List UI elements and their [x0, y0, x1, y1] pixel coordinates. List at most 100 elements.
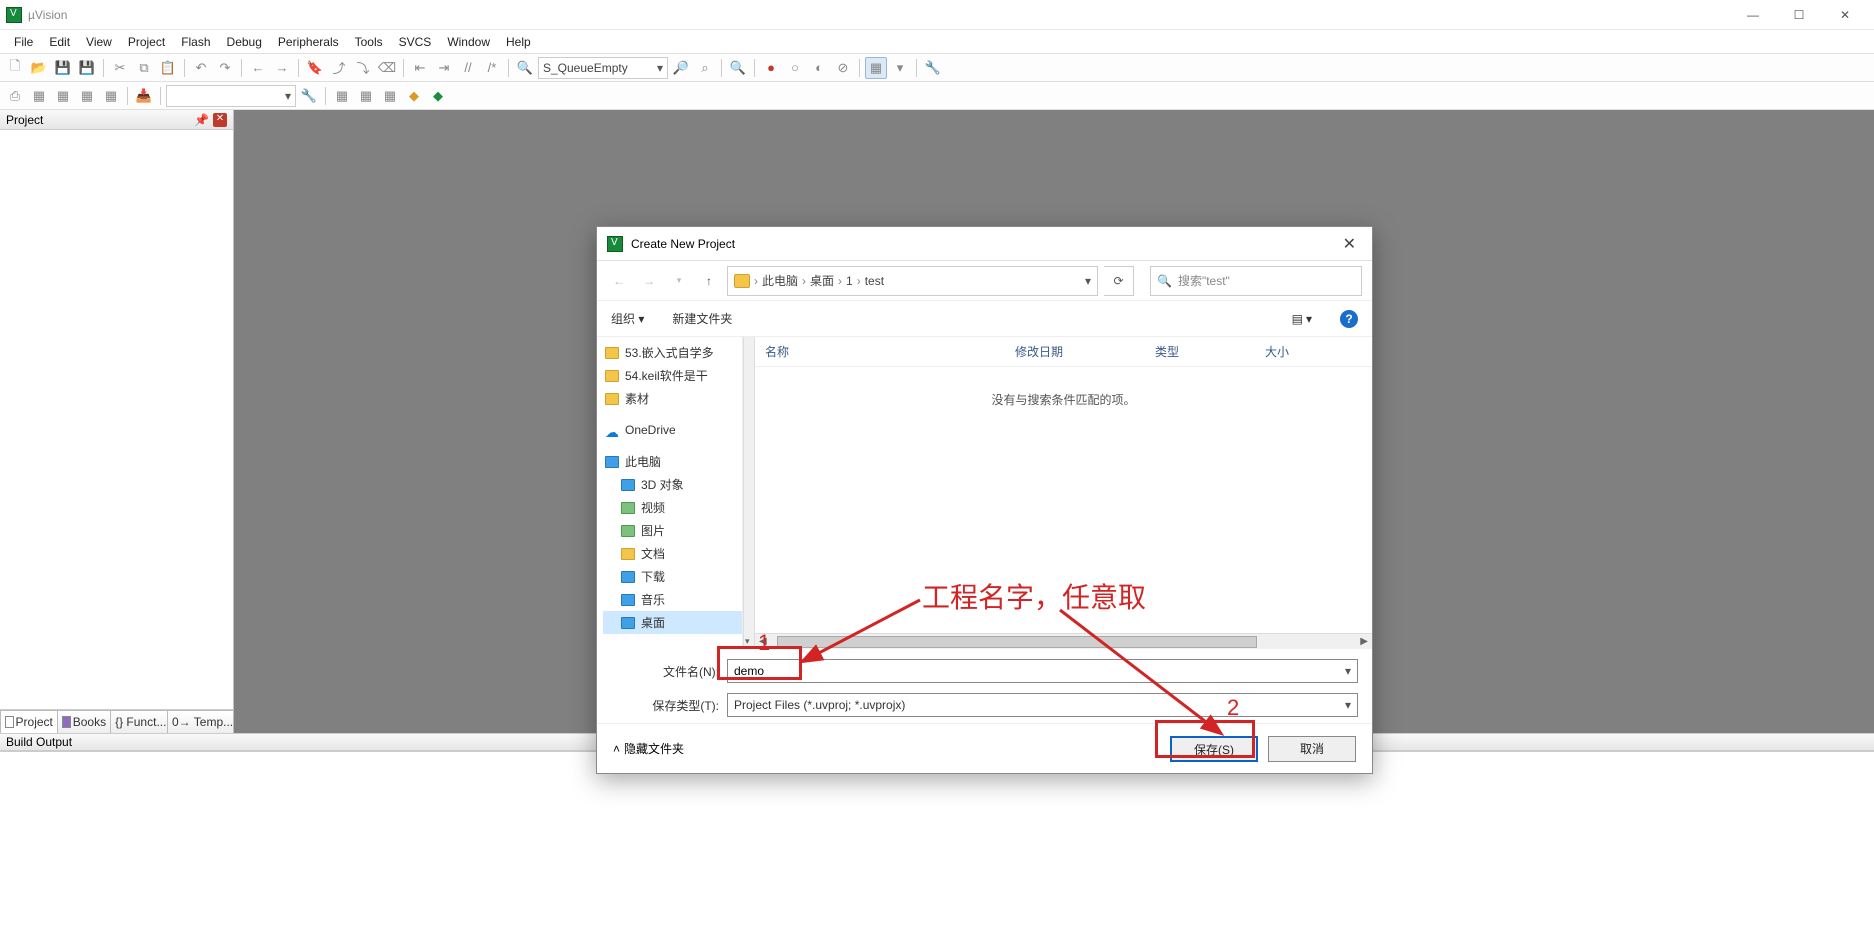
scroll-thumb[interactable] [777, 636, 1257, 648]
new-file-icon[interactable]: 🗋 [4, 57, 26, 79]
cut-icon[interactable]: ✂ [109, 57, 131, 79]
nav-fwd-icon[interactable]: → [271, 57, 293, 79]
tree-item[interactable]: 音乐 [603, 588, 742, 611]
bp-disable-icon[interactable]: ◐ [808, 57, 830, 79]
bookmark-next-icon[interactable]: ⤵ [352, 57, 374, 79]
manage-packs-icon[interactable]: ◆ [403, 85, 425, 107]
paste-icon[interactable]: 📋 [157, 57, 179, 79]
uncomment-icon[interactable]: /* [481, 57, 503, 79]
dialog-close-icon[interactable]: ✕ [1337, 234, 1362, 254]
nav-forward-button[interactable]: → [637, 269, 661, 293]
manage-rtos-icon[interactable]: ▦ [355, 85, 377, 107]
organize-button[interactable]: 组织 ▾ [611, 310, 644, 327]
pane-close-icon[interactable]: ✕ [213, 113, 227, 127]
col-name[interactable]: 名称 [765, 343, 1015, 360]
project-tree[interactable] [0, 130, 233, 709]
hide-folders-toggle[interactable]: ˄ 隐藏文件夹 [613, 740, 684, 757]
tree-item[interactable]: 视频 [603, 496, 742, 519]
window-dropdown-icon[interactable]: ▾ [889, 57, 911, 79]
undo-icon[interactable]: ↶ [190, 57, 212, 79]
tree-item[interactable]: 54.keil软件是干 [603, 364, 742, 387]
indent-icon[interactable]: ⇤ [409, 57, 431, 79]
tree-item[interactable]: 桌面 [603, 611, 742, 634]
address-dropdown-icon[interactable]: ▾ [1085, 274, 1091, 288]
incremental-find-icon[interactable]: ⌕ [694, 57, 716, 79]
refresh-button[interactable]: ⟳ [1104, 266, 1134, 296]
download-icon[interactable]: 📥 [133, 85, 155, 107]
save-button[interactable]: 保存(S) [1170, 736, 1258, 762]
tab-project[interactable]: Project [0, 710, 58, 733]
tab-books[interactable]: Books [57, 710, 111, 733]
translate-icon[interactable]: ⎙ [4, 85, 26, 107]
window-layout-icon[interactable]: ▦ [865, 57, 887, 79]
rebuild-icon[interactable]: ▦ [52, 85, 74, 107]
nav-up-button[interactable]: ↑ [697, 269, 721, 293]
pack-installer-icon[interactable]: ◆ [427, 85, 449, 107]
tab-templates[interactable]: 0→ Temp... [167, 710, 234, 733]
cancel-button[interactable]: 取消 [1268, 736, 1356, 762]
nav-back-button[interactable]: ← [607, 269, 631, 293]
crumb-1[interactable]: 1 [846, 274, 853, 288]
tab-functions[interactable]: {} Funct... [110, 710, 168, 733]
bp-insert-icon[interactable]: ● [760, 57, 782, 79]
manage-books-icon[interactable]: ▦ [379, 85, 401, 107]
save-icon[interactable]: 💾 [52, 57, 74, 79]
save-all-icon[interactable]: 💾 [76, 57, 98, 79]
horizontal-scrollbar[interactable]: ◀ ▶ [755, 633, 1372, 649]
copy-icon[interactable]: ⧉ [133, 57, 155, 79]
addressbar[interactable]: › 此电脑 › 桌面 › 1 › test ▾ [727, 266, 1098, 296]
tree-item[interactable]: 图片 [603, 519, 742, 542]
tree-item[interactable]: 3D 对象 [603, 473, 742, 496]
menu-window[interactable]: Window [439, 33, 498, 51]
open-file-icon[interactable]: 📂 [28, 57, 50, 79]
manage-icon[interactable]: ▦ [331, 85, 353, 107]
nav-back-icon[interactable]: ← [247, 57, 269, 79]
help-icon[interactable]: ? [1340, 310, 1358, 328]
find-in-files-icon[interactable]: 🔎 [670, 57, 692, 79]
batch-build-icon[interactable]: ▦ [76, 85, 98, 107]
col-type[interactable]: 类型 [1155, 343, 1265, 360]
outdent-icon[interactable]: ⇥ [433, 57, 455, 79]
target-combo[interactable]: ▾ [166, 85, 296, 107]
tree-item[interactable]: 文档 [603, 542, 742, 565]
configure-icon[interactable]: 🔧 [922, 57, 944, 79]
chevron-down-icon[interactable]: ▾ [1345, 664, 1351, 678]
menu-edit[interactable]: Edit [41, 33, 78, 51]
bp-kill-icon[interactable]: ⊘ [832, 57, 854, 79]
redo-icon[interactable]: ↷ [214, 57, 236, 79]
menu-flash[interactable]: Flash [173, 33, 218, 51]
tree-item[interactable]: ☁OneDrive [603, 420, 742, 440]
search-input[interactable]: 🔍 搜索"test" [1150, 266, 1362, 296]
debug-start-icon[interactable]: 🔍 [727, 57, 749, 79]
options-icon[interactable]: 🔧 [298, 85, 320, 107]
crumb-test[interactable]: test [865, 274, 884, 288]
menu-svcs[interactable]: SVCS [391, 33, 440, 51]
crumb-pc[interactable]: 此电脑 [762, 272, 798, 289]
menu-file[interactable]: File [6, 33, 41, 51]
col-size[interactable]: 大小 [1265, 343, 1315, 360]
filename-input[interactable]: ▾ [727, 659, 1358, 683]
menu-tools[interactable]: Tools [347, 33, 391, 51]
bookmark-clear-icon[interactable]: ⌫ [376, 57, 398, 79]
build-icon[interactable]: ▦ [28, 85, 50, 107]
bp-enable-icon[interactable]: ○ [784, 57, 806, 79]
menu-project[interactable]: Project [120, 33, 173, 51]
filename-textbox[interactable] [734, 664, 1345, 678]
tree-item[interactable]: 素材 [603, 387, 742, 410]
bookmark-icon[interactable]: 🔖 [304, 57, 326, 79]
minimize-button[interactable]: — [1730, 0, 1776, 30]
scroll-right-icon[interactable]: ▶ [1360, 636, 1368, 647]
menu-help[interactable]: Help [498, 33, 539, 51]
col-date[interactable]: 修改日期 [1015, 343, 1155, 360]
view-button[interactable]: ▤▾ [1292, 312, 1312, 326]
menu-peripherals[interactable]: Peripherals [270, 33, 347, 51]
vertical-scrollbar[interactable] [743, 337, 755, 649]
close-button[interactable]: ✕ [1822, 0, 1868, 30]
newfolder-button[interactable]: 新建文件夹 [672, 310, 732, 327]
tree-item[interactable]: 此电脑 [603, 450, 742, 473]
tree-item[interactable]: 53.嵌入式自学多 [603, 341, 742, 364]
tree-item[interactable]: 下载 [603, 565, 742, 588]
nav-recent-button[interactable]: ▾ [667, 269, 691, 293]
find-icon[interactable]: 🔍 [514, 57, 536, 79]
build-output[interactable] [0, 751, 1874, 951]
